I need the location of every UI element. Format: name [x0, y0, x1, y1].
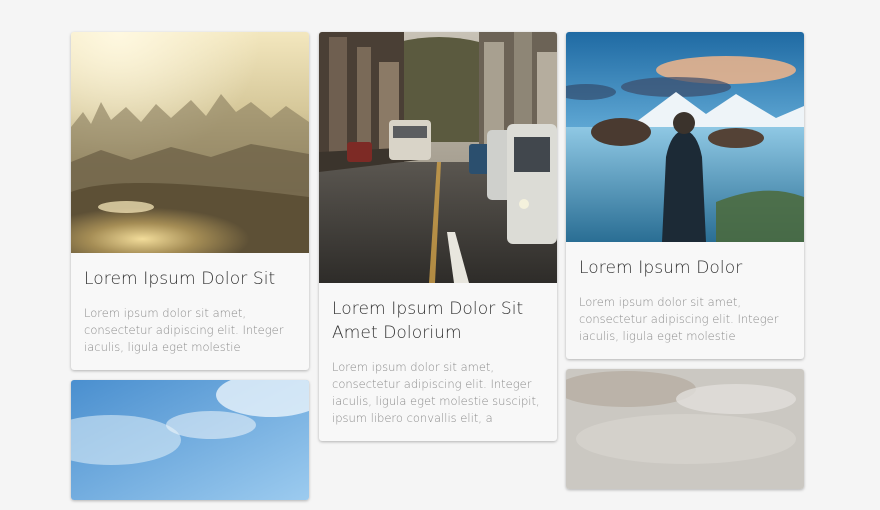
card-body: Lorem Ipsum Dolor Sit Lorem ipsum dolor …	[71, 253, 309, 370]
card-image-city-street	[319, 32, 557, 283]
card-image-cloudy-sky	[71, 380, 309, 500]
card-body: Lorem Ipsum Dolor Lorem ipsum dolor sit …	[566, 242, 804, 359]
card[interactable]: Lorem Ipsum Dolor Sit Lorem ipsum dolor …	[71, 32, 309, 370]
card-text: Lorem ipsum dolor sit amet, consectetur …	[579, 295, 779, 343]
masonry-column-1: Lorem Ipsum Dolor Sit Lorem ipsum dolor …	[71, 32, 309, 510]
masonry-column-2: Lorem Ipsum Dolor Sit Amet Dolorium Lore…	[319, 32, 557, 451]
card-title: Lorem Ipsum Dolor Sit	[84, 269, 276, 289]
card[interactable]	[71, 380, 309, 500]
card-image-pale-clouds	[566, 369, 804, 489]
card-text: Lorem ipsum dolor sit amet, consectetur …	[84, 306, 284, 354]
card[interactable]: Lorem Ipsum Dolor Lorem ipsum dolor sit …	[566, 32, 804, 359]
card-title: Lorem Ipsum Dolor	[579, 258, 743, 278]
card-image-mountain-lake	[566, 32, 804, 242]
card-body: Lorem Ipsum Dolor Sit Amet Dolorium Lore…	[319, 283, 557, 441]
masonry-column-3: Lorem Ipsum Dolor Lorem ipsum dolor sit …	[566, 32, 804, 499]
card[interactable]: Lorem Ipsum Dolor Sit Amet Dolorium Lore…	[319, 32, 557, 441]
card-text: Lorem ipsum dolor sit amet, consectetur …	[332, 360, 540, 425]
card-image-hazy-city	[71, 32, 309, 253]
card[interactable]	[566, 369, 804, 489]
card-title: Lorem Ipsum Dolor Sit Amet Dolorium	[332, 299, 524, 343]
